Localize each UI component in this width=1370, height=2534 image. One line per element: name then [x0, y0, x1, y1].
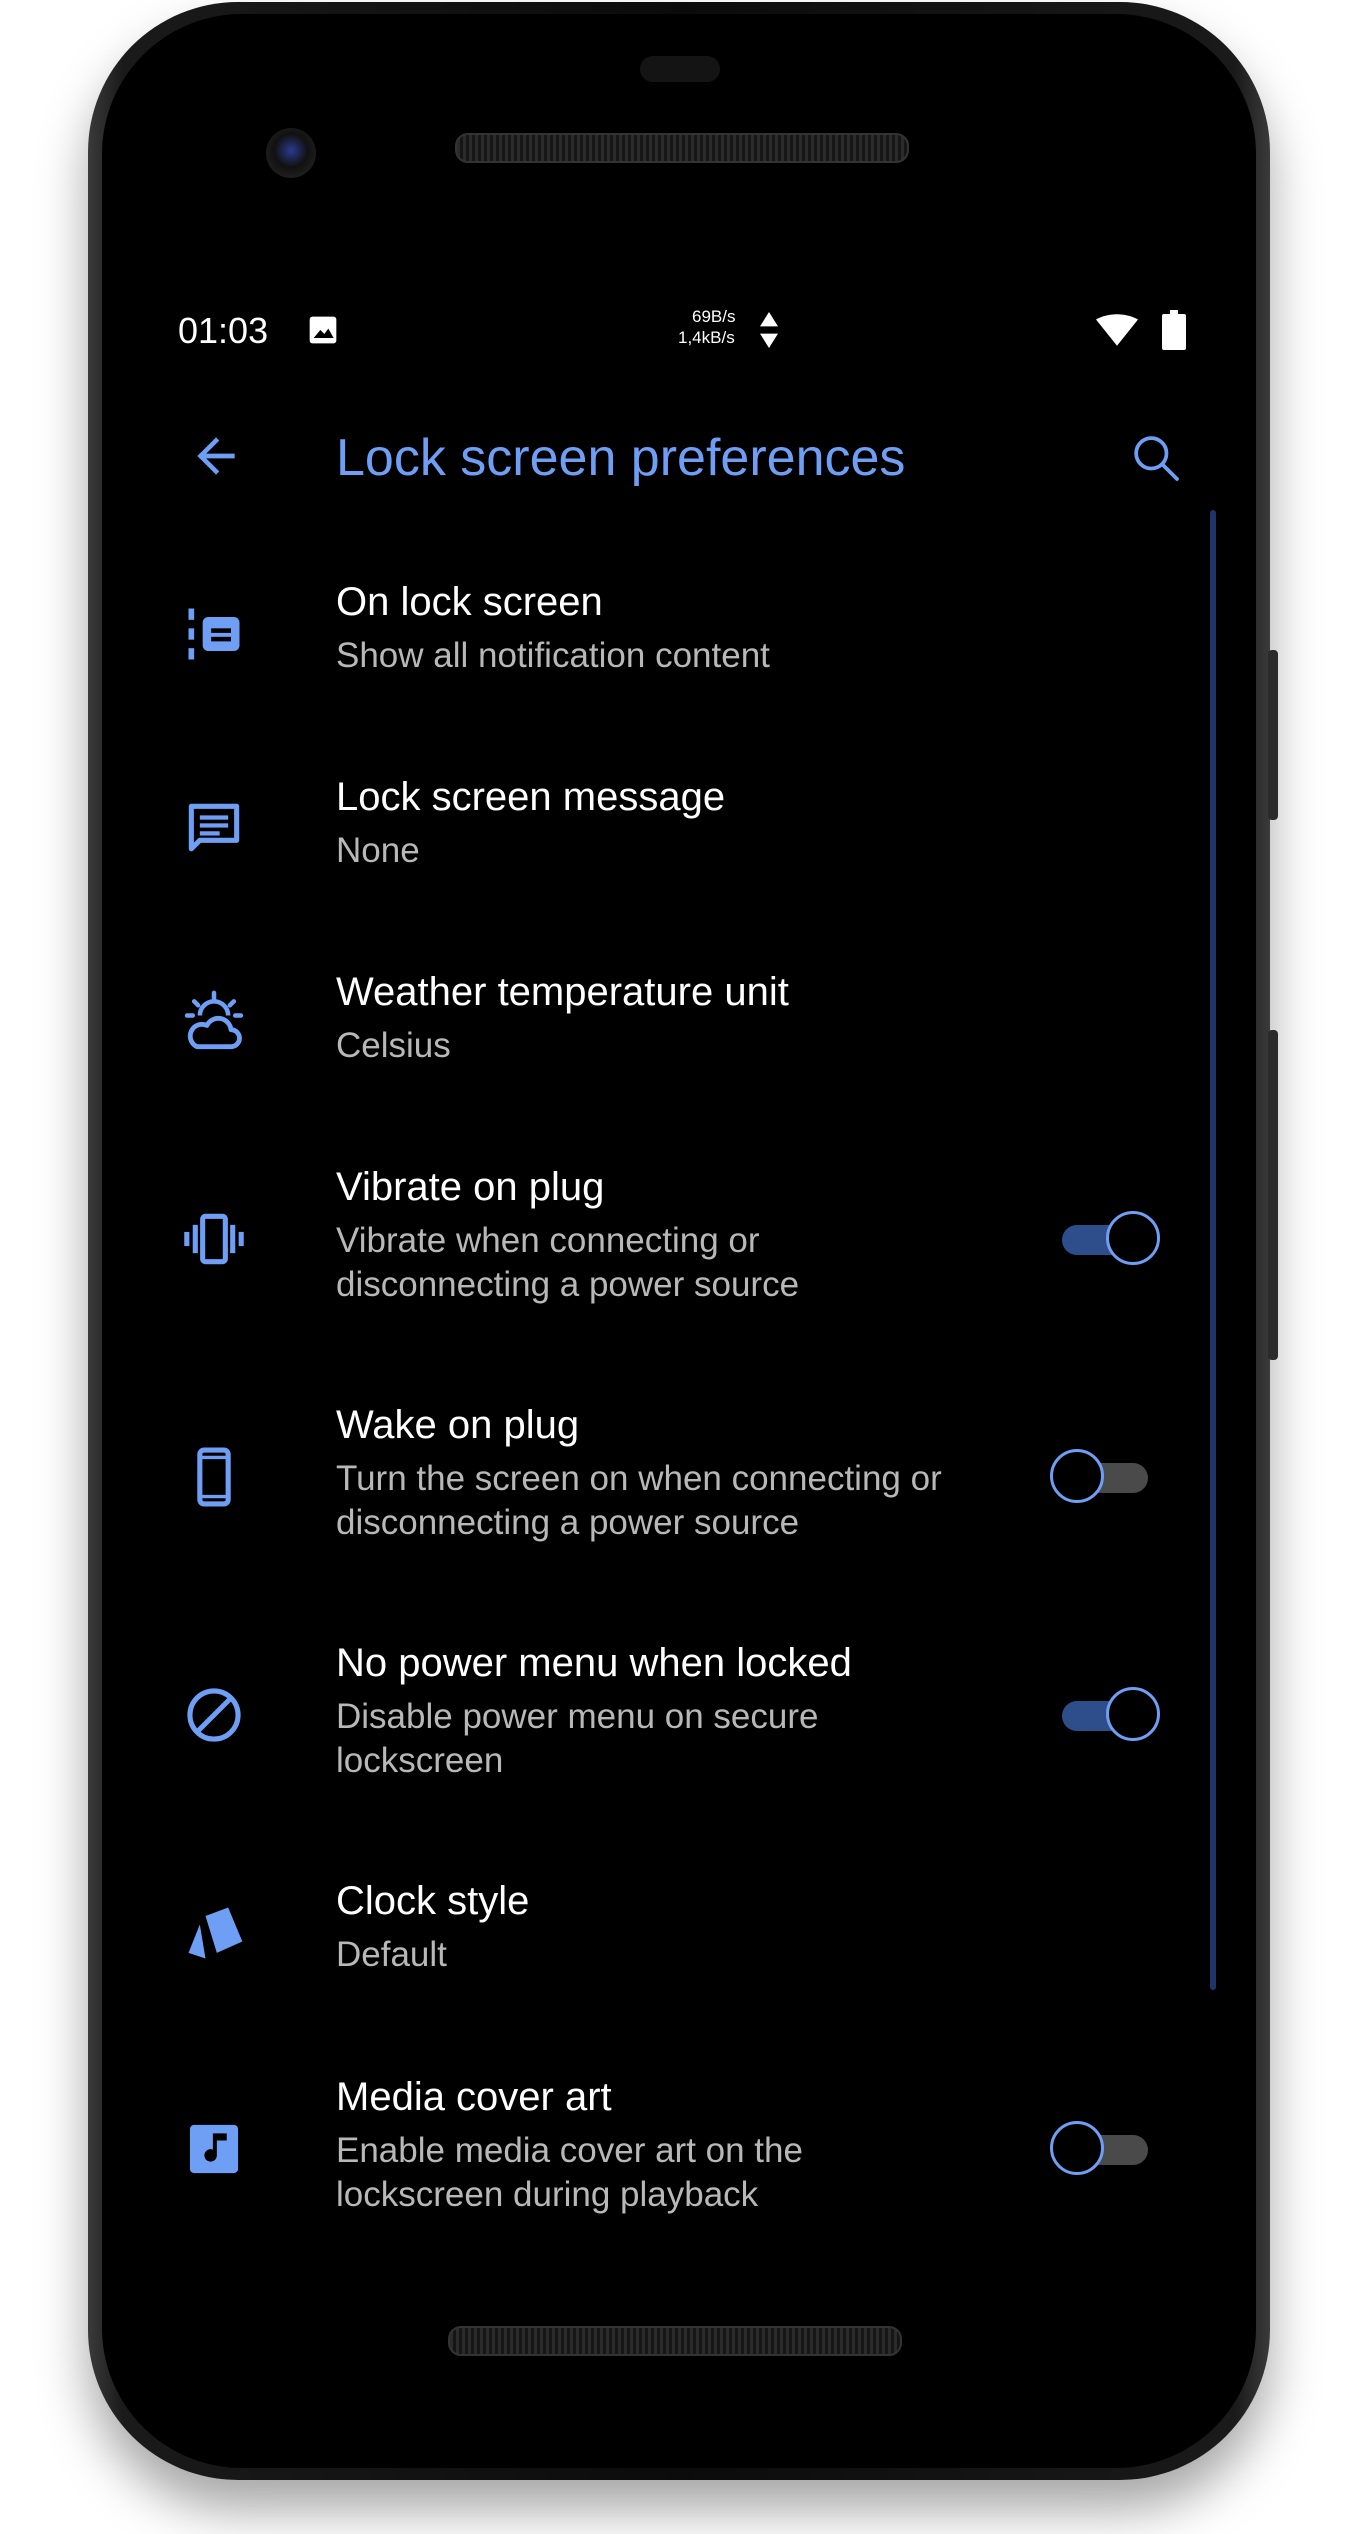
page-title: Lock screen preferences — [336, 429, 906, 487]
setting-subtitle: Default — [336, 1935, 447, 1974]
setting-title: Media cover art — [336, 2075, 612, 2119]
music-note-icon — [189, 2124, 239, 2174]
message-icon — [188, 803, 240, 852]
no-power-menu-toggle[interactable] — [1050, 1685, 1160, 1745]
toggle-thumb — [1050, 2121, 1104, 2175]
setting-title: Vibrate on plug — [336, 1165, 605, 1209]
earpiece-speaker — [455, 133, 909, 163]
setting-media-cover-art[interactable]: Media cover art Enable media cover art o… — [150, 2045, 1210, 2245]
setting-no-power-menu-when-locked[interactable]: No power menu when locked Disable power … — [150, 1611, 1210, 1821]
media-cover-art-toggle[interactable] — [1050, 2119, 1160, 2179]
battery-icon — [1162, 310, 1186, 350]
power-button — [1268, 650, 1278, 820]
volume-button — [1268, 1030, 1278, 1360]
phone-icon — [197, 1447, 231, 1507]
top-sensor — [640, 56, 720, 82]
setting-wake-on-plug[interactable]: Wake on plug Turn the screen on when con… — [150, 1373, 1210, 1583]
status-bar: 01:03 69B/s 1,4kB/s — [178, 304, 1198, 364]
setting-title: Weather temperature unit — [336, 970, 789, 1014]
toggle-thumb — [1050, 1449, 1104, 1503]
image-icon — [309, 316, 337, 344]
data-arrows-icon — [760, 312, 778, 348]
wifi-icon — [1096, 314, 1138, 346]
notification-list-icon — [188, 608, 240, 660]
vibrate-on-plug-toggle[interactable] — [1050, 1209, 1160, 1269]
weather-icon — [184, 990, 244, 1050]
search-icon[interactable] — [1128, 430, 1184, 486]
setting-subtitle: Turn the screen on when connecting or di… — [336, 1459, 942, 1542]
setting-lock-screen-message[interactable]: Lock screen message None — [150, 745, 1210, 905]
toggle-thumb — [1106, 1687, 1160, 1741]
setting-vibrate-on-plug[interactable]: Vibrate on plug Vibrate when connecting … — [150, 1135, 1210, 1345]
scrollbar[interactable] — [1210, 510, 1216, 1990]
setting-title: Clock style — [336, 1879, 530, 1923]
setting-on-lock-screen[interactable]: On lock screen Show all notification con… — [150, 550, 1210, 710]
style-icon — [188, 1907, 243, 1959]
setting-clock-style[interactable]: Clock style Default — [150, 1849, 1210, 2009]
screen: 01:03 69B/s 1,4kB/s Lock screen preferen… — [150, 280, 1220, 2260]
wake-on-plug-toggle[interactable] — [1050, 1447, 1160, 1507]
setting-subtitle: None — [336, 831, 420, 870]
setting-title: On lock screen — [336, 580, 603, 624]
status-time: 01:03 — [178, 310, 269, 351]
setting-weather-temperature-unit[interactable]: Weather temperature unit Celsius — [150, 940, 1210, 1100]
setting-subtitle: Show all notification content — [336, 636, 770, 675]
toggle-thumb — [1106, 1211, 1160, 1265]
arrow-back-icon[interactable] — [188, 428, 244, 484]
vibration-icon — [184, 1213, 244, 1265]
setting-title: Wake on plug — [336, 1403, 580, 1447]
setting-subtitle: Enable media cover art on the lockscreen… — [336, 2131, 803, 2214]
setting-subtitle: Vibrate when connecting or disconnecting… — [336, 1221, 800, 1304]
setting-title: No power menu when locked — [336, 1641, 852, 1685]
setting-subtitle: Disable power menu on secure lockscreen — [336, 1697, 819, 1780]
block-icon — [187, 1688, 241, 1742]
front-camera — [266, 128, 316, 178]
bottom-speaker — [448, 2326, 902, 2356]
app-bar: Lock screen preferences — [150, 400, 1220, 520]
setting-title: Lock screen message — [336, 775, 726, 819]
setting-subtitle: Celsius — [336, 1026, 451, 1065]
